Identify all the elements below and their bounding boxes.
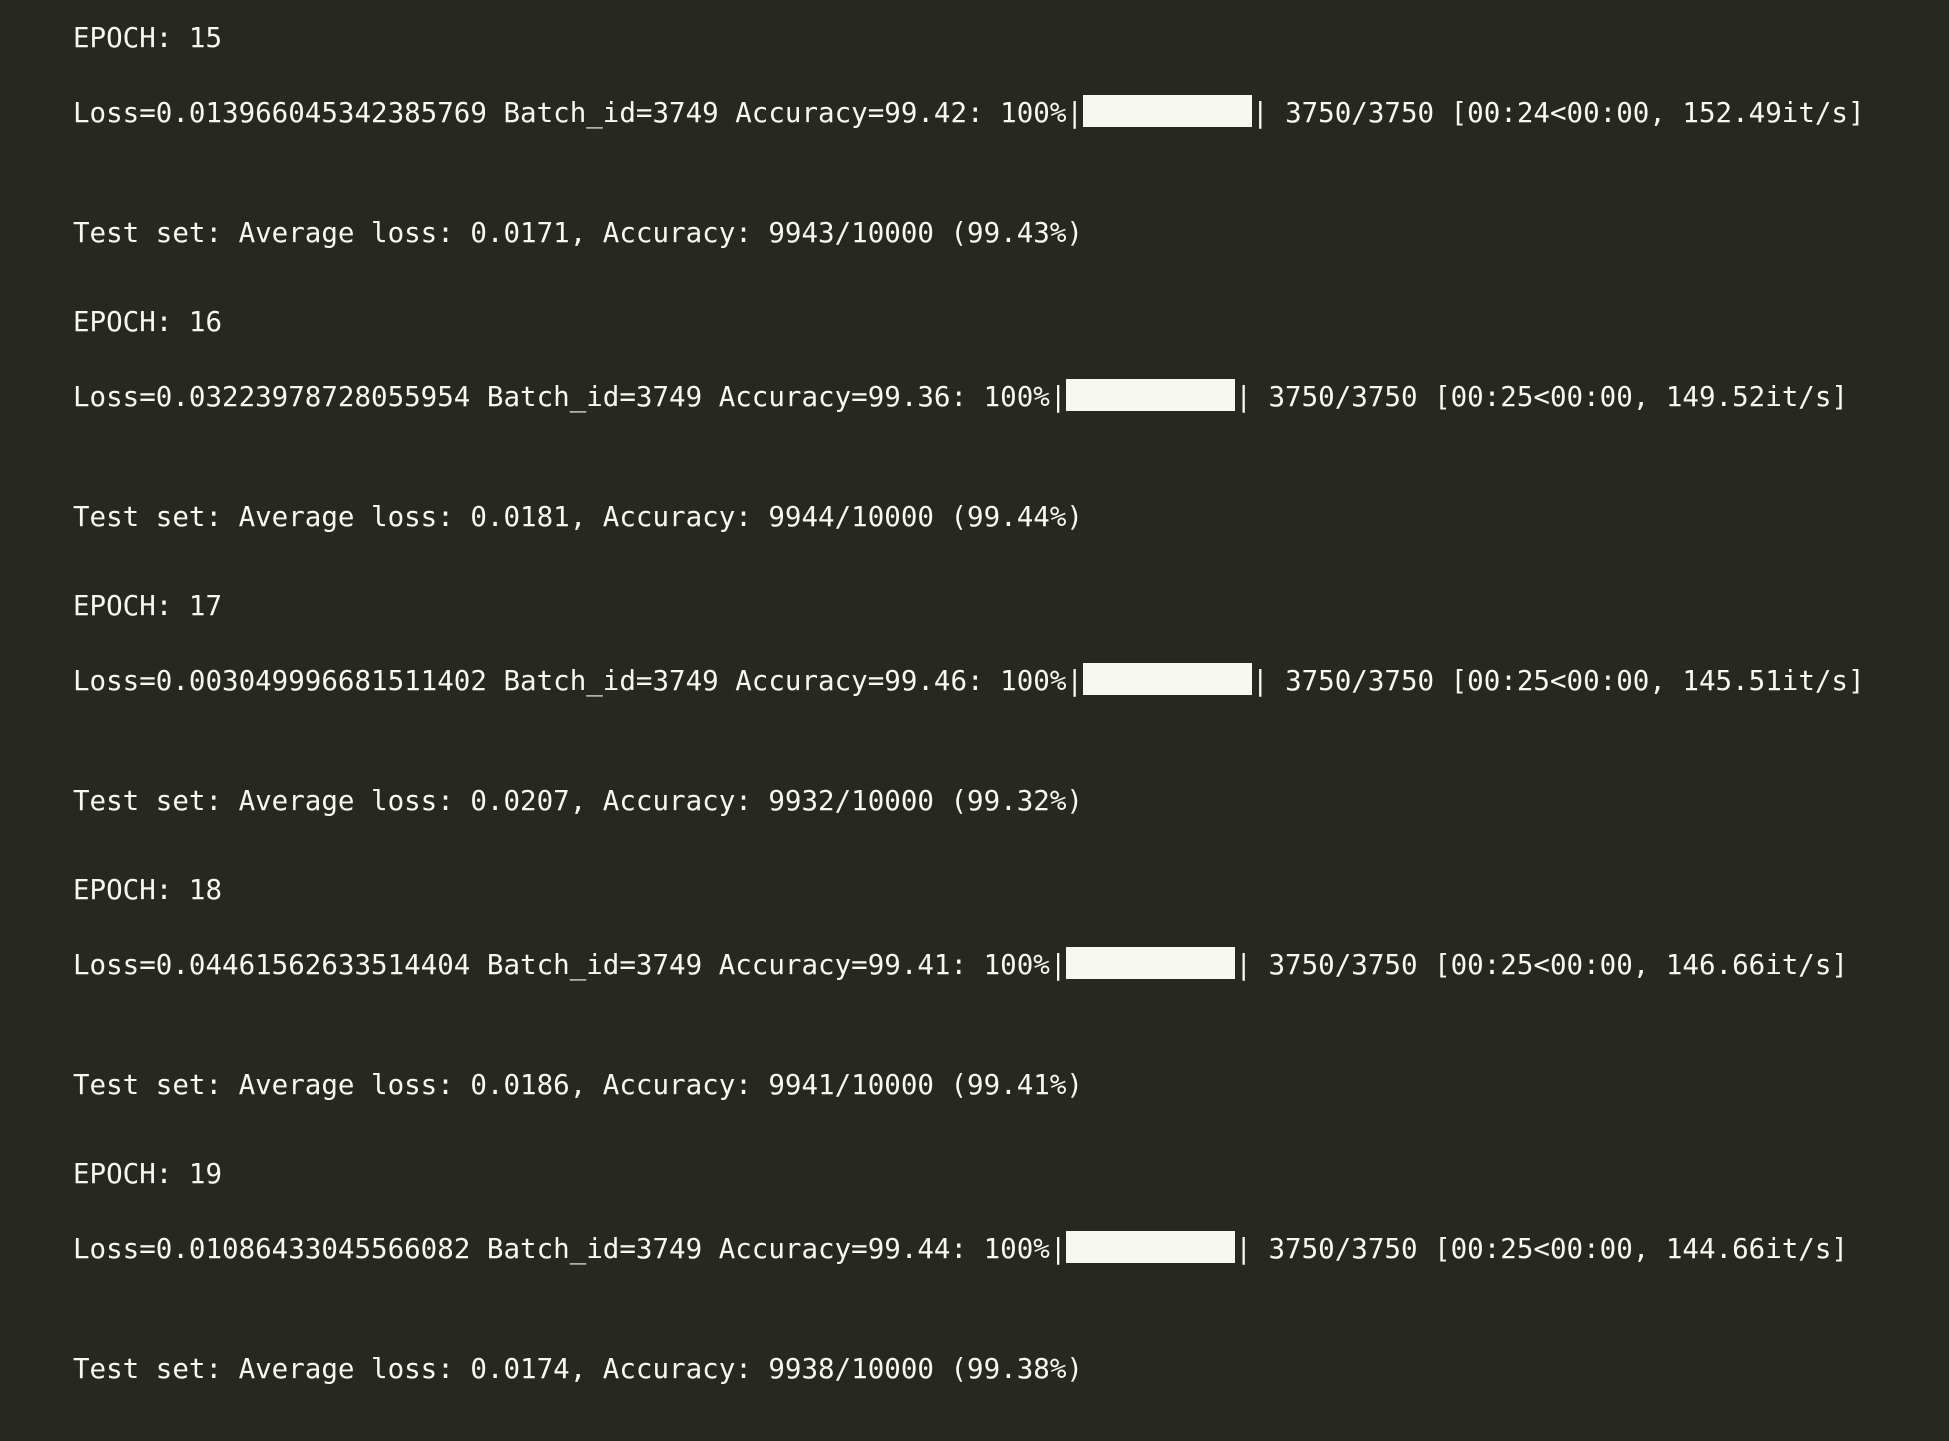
test-set-summary: Test set: Average loss: 0.0171, Accuracy…	[73, 217, 1083, 249]
epoch-block-16: EPOCH: 16 Loss=0.03223978728055954 Batch…	[73, 305, 1933, 589]
loss-text: Loss=0.01086433045566082 Batch_id=3749 A…	[73, 1233, 1067, 1265]
loss-text: Loss=0.003049996681511402 Batch_id=3749 …	[73, 665, 1083, 697]
epoch-label: EPOCH: 15	[73, 22, 223, 54]
loss-text: Loss=0.04461562633514404 Batch_id=3749 A…	[73, 949, 1067, 981]
epoch-block-15: EPOCH: 15 Loss=0.013966045342385769 Batc…	[73, 21, 1933, 305]
progress-bar-fill	[1082, 663, 1252, 695]
training-log-output: EPOCH: 15 Loss=0.013966045342385769 Batc…	[0, 0, 1949, 1421]
progress-bar-fill	[1082, 95, 1252, 127]
epoch-label: EPOCH: 19	[73, 1158, 223, 1190]
progress-stats: | 3750/3750 [00:25<00:00, 149.52it/s]	[1235, 381, 1848, 413]
progress-bar	[1066, 379, 1236, 411]
progress-bar-fill	[1066, 947, 1236, 979]
progress-bar-fill	[1066, 1231, 1236, 1263]
training-progress-line: Loss=0.03223978728055954 Batch_id=3749 A…	[73, 379, 1848, 414]
epoch-block-19: EPOCH: 19 Loss=0.01086433045566082 Batch…	[73, 1157, 1933, 1441]
progress-stats: | 3750/3750 [00:25<00:00, 144.66it/s]	[1235, 1233, 1848, 1265]
progress-bar	[1066, 1231, 1236, 1263]
test-set-summary: Test set: Average loss: 0.0181, Accuracy…	[73, 501, 1083, 533]
training-progress-line: Loss=0.01086433045566082 Batch_id=3749 A…	[73, 1231, 1848, 1266]
epoch-label: EPOCH: 16	[73, 306, 223, 338]
loss-text: Loss=0.013966045342385769 Batch_id=3749 …	[73, 97, 1083, 129]
training-progress-line: Loss=0.04461562633514404 Batch_id=3749 A…	[73, 947, 1848, 982]
progress-stats: | 3750/3750 [00:25<00:00, 145.51it/s]	[1251, 665, 1865, 697]
progress-bar	[1066, 947, 1236, 979]
epoch-label: EPOCH: 18	[73, 874, 223, 906]
test-set-summary: Test set: Average loss: 0.0174, Accuracy…	[73, 1353, 1083, 1385]
test-set-summary: Test set: Average loss: 0.0186, Accuracy…	[73, 1069, 1083, 1101]
epoch-block-18: EPOCH: 18 Loss=0.04461562633514404 Batch…	[73, 873, 1933, 1157]
test-set-summary: Test set: Average loss: 0.0207, Accuracy…	[73, 785, 1083, 817]
epoch-label: EPOCH: 17	[73, 590, 223, 622]
progress-bar-fill	[1066, 379, 1236, 411]
progress-bar	[1082, 663, 1252, 695]
progress-stats: | 3750/3750 [00:24<00:00, 152.49it/s]	[1251, 97, 1865, 129]
epoch-block-17: EPOCH: 17 Loss=0.003049996681511402 Batc…	[73, 589, 1933, 873]
training-progress-line: Loss=0.013966045342385769 Batch_id=3749 …	[73, 95, 1865, 130]
progress-stats: | 3750/3750 [00:25<00:00, 146.66it/s]	[1235, 949, 1848, 981]
loss-text: Loss=0.03223978728055954 Batch_id=3749 A…	[73, 381, 1067, 413]
progress-bar	[1082, 95, 1252, 127]
training-progress-line: Loss=0.003049996681511402 Batch_id=3749 …	[73, 663, 1865, 698]
